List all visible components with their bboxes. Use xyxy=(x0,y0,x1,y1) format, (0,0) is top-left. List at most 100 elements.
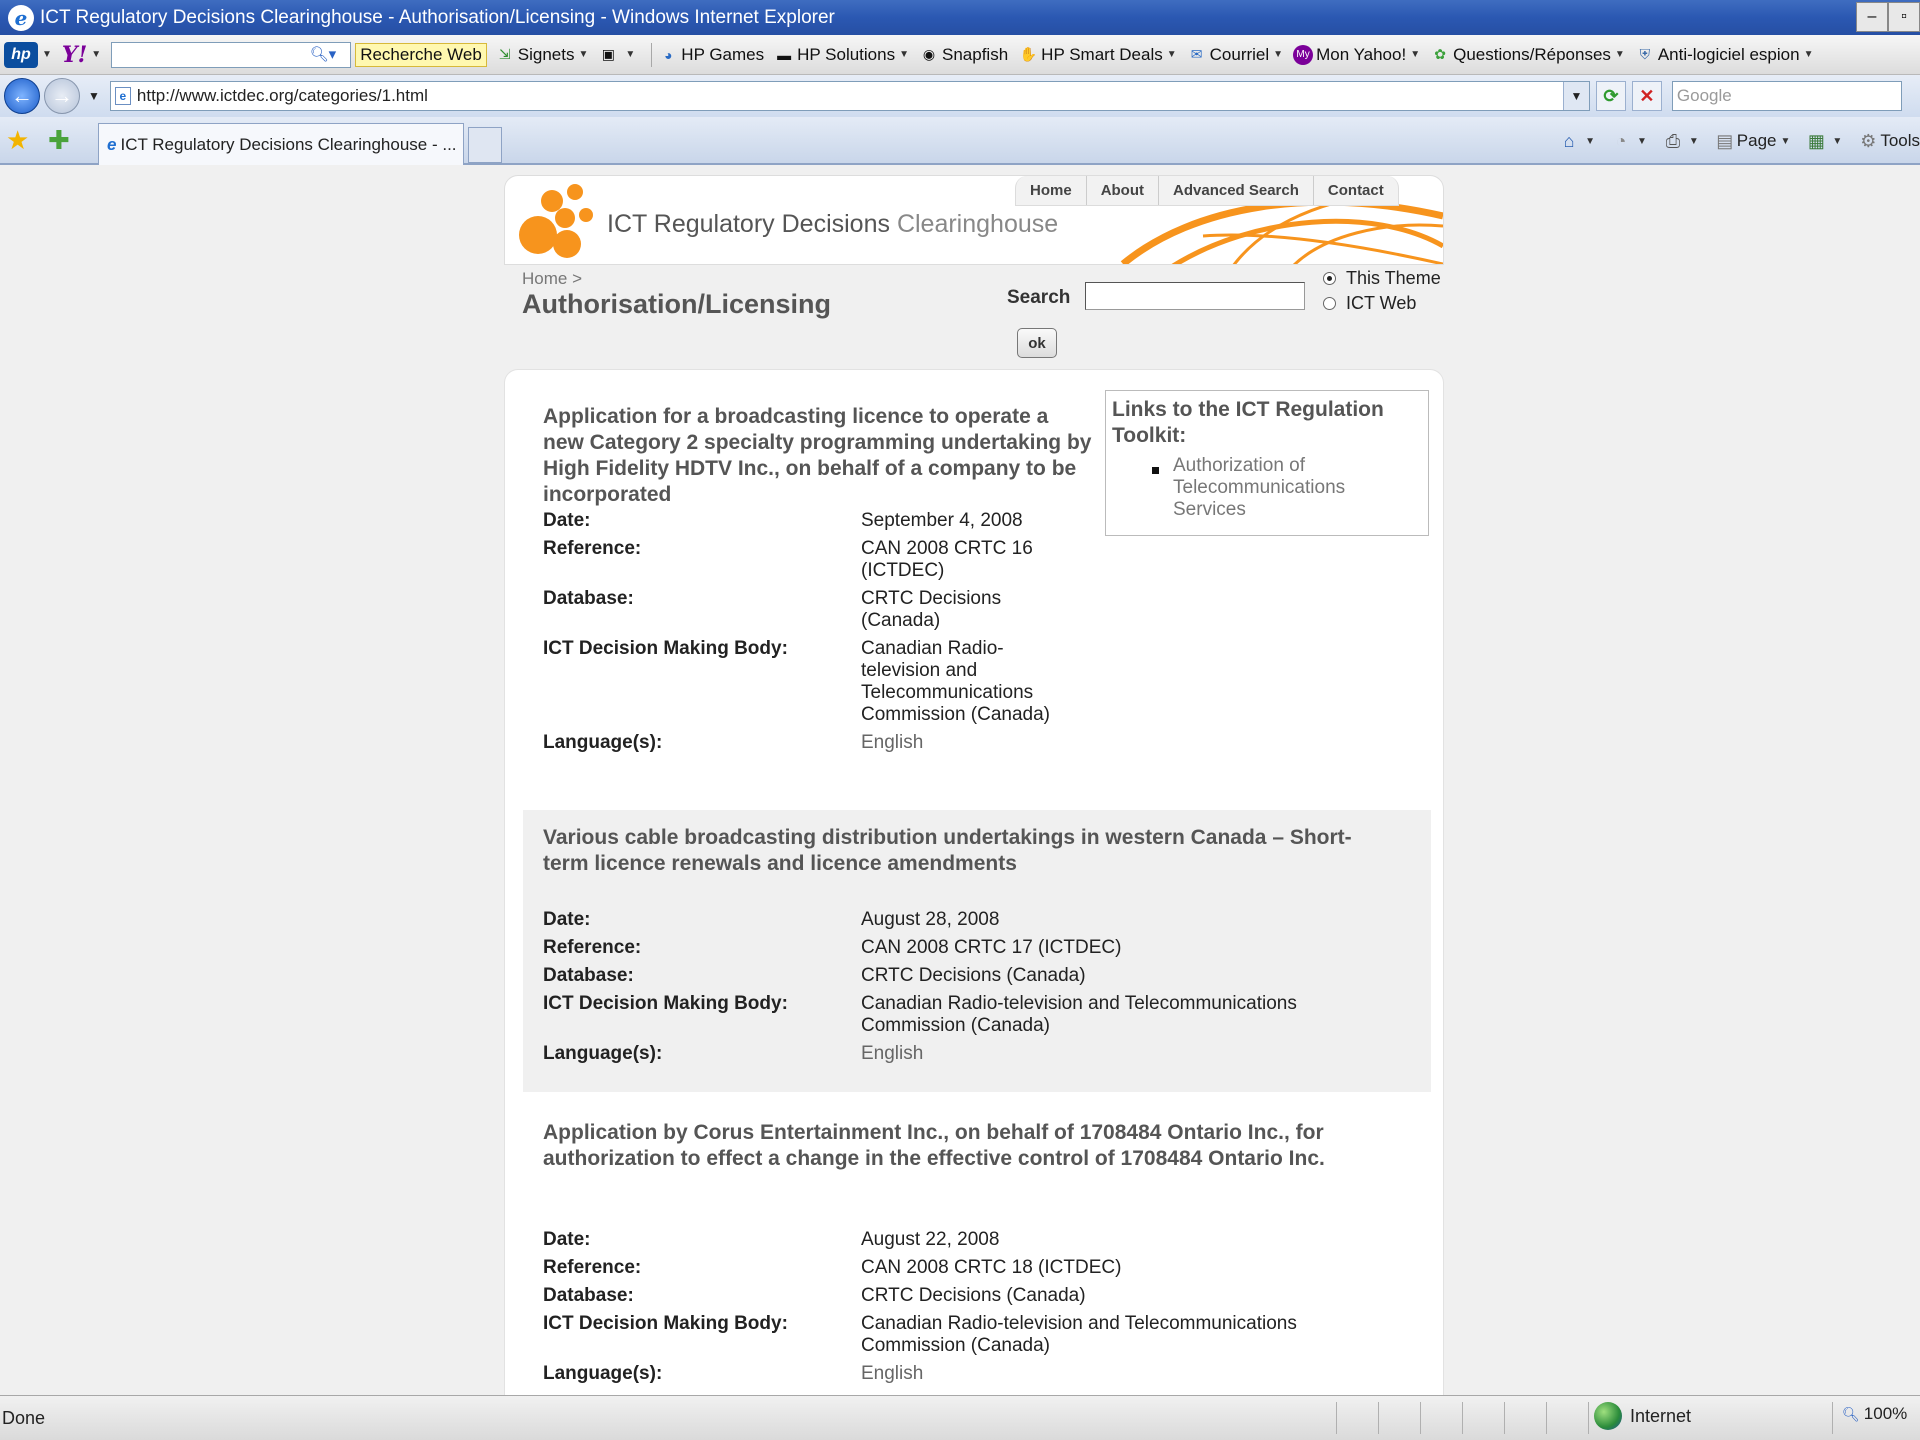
globe-icon xyxy=(1594,1402,1622,1430)
decision-entry: Application by Corus Entertainment Inc.,… xyxy=(523,1092,1431,1392)
courriel-menu[interactable]: ✉ Courriel ▼ xyxy=(1187,45,1283,65)
status-divider xyxy=(1420,1402,1421,1434)
bookmark-icon: ⇲ xyxy=(498,46,511,62)
radio-this-theme[interactable]: This Theme xyxy=(1323,268,1441,289)
snapfish-link[interactable]: ◉ Snapfish xyxy=(919,45,1008,65)
entry-database-row: Database: CRTC Decisions (Canada) xyxy=(543,1285,1086,1306)
ie-logo-icon: e xyxy=(8,4,34,31)
security-zone[interactable]: Internet xyxy=(1594,1402,1691,1430)
safety-icon: ▦ xyxy=(1807,130,1825,151)
yahoo-search-input[interactable]: 🔍︎▾ xyxy=(111,41,352,68)
nav-about[interactable]: About xyxy=(1087,176,1160,205)
entry-title[interactable]: Various cable broadcasting distribution … xyxy=(543,825,1383,877)
page-icon: ▤ xyxy=(1716,130,1734,151)
entry-reference-row: Reference: CAN 2008 CRTC 17 (ICTDEC) xyxy=(543,937,1122,958)
restore-button[interactable]: ▫ xyxy=(1888,2,1920,32)
entry-body-row: ICT Decision Making Body: Canadian Radio… xyxy=(543,993,1297,1036)
minimize-button[interactable]: – xyxy=(1856,2,1888,32)
nav-contact[interactable]: Contact xyxy=(1314,176,1398,205)
deals-icon: ✋ xyxy=(1019,46,1037,62)
add-favorites-icon[interactable]: ✚ xyxy=(48,125,70,156)
games-icon: ◕ xyxy=(664,46,673,63)
entry-language-row: Language(s): English xyxy=(543,1043,924,1064)
site-logo xyxy=(515,184,595,260)
entry-date-row: Date: August 22, 2008 xyxy=(543,1229,1000,1250)
stop-button[interactable]: ✕ xyxy=(1631,81,1662,111)
recent-pages-dropdown[interactable]: ▼ xyxy=(88,89,100,103)
zoom-level-button[interactable]: 🔍︎ 100% xyxy=(1842,1404,1907,1424)
page-icon: e xyxy=(114,87,131,105)
refresh-button[interactable]: ⟳ xyxy=(1595,81,1626,111)
toolkit-title: Links to the ICT Regulation Toolkit: xyxy=(1112,398,1384,447)
recherche-web-button[interactable]: Recherche Web xyxy=(355,42,487,67)
google-search-input[interactable]: Google xyxy=(1671,81,1902,111)
nav-home[interactable]: Home xyxy=(1016,176,1087,205)
decision-entry: Various cable broadcasting distribution … xyxy=(523,810,1431,1092)
site-search-input[interactable] xyxy=(1085,282,1305,310)
entry-database-row: Database: CRTC Decisions (Canada) xyxy=(543,588,1002,631)
status-divider xyxy=(1462,1402,1463,1434)
tab-bar: ★ ✚ e ICT Regulatory Decisions Clearingh… xyxy=(0,117,1920,165)
entry-date-row: Date: August 28, 2008 xyxy=(543,909,1000,930)
anti-logiciel-espion-menu[interactable]: ⛨ Anti-logiciel espion ▼ xyxy=(1635,45,1814,65)
entry-title[interactable]: Application for a broadcasting licence t… xyxy=(543,404,1093,508)
search-icon: 🔍︎▾ xyxy=(309,45,337,63)
tab-ict-clearinghouse[interactable]: e ICT Regulatory Decisions Clearinghouse… xyxy=(98,123,464,165)
printer-icon: ▬ xyxy=(777,46,792,63)
hp-smart-deals-menu[interactable]: ✋ HP Smart Deals ▼ xyxy=(1018,45,1176,65)
status-divider xyxy=(1832,1402,1833,1434)
window-title: ICT Regulatory Decisions Clearinghouse -… xyxy=(40,6,835,28)
status-bar: Done Internet 🔍︎ 100% xyxy=(0,1395,1920,1440)
snapfish-icon: ◉ xyxy=(922,46,936,62)
hp-logo-icon: hp xyxy=(4,41,38,68)
print-button[interactable]: ⎙ ▼ xyxy=(1661,129,1699,153)
radio-ict-web[interactable]: ICT Web xyxy=(1323,293,1416,314)
hp-menu[interactable]: hp ▼ xyxy=(4,41,52,68)
entry-title[interactable]: Application by Corus Entertainment Inc.,… xyxy=(543,1120,1383,1172)
results-panel: Links to the ICT Regulation Toolkit: Aut… xyxy=(504,369,1444,1395)
new-tab-button[interactable] xyxy=(468,127,502,163)
yahoo-toolbar: hp ▼ Y! ▼ 🔍︎▾ Recherche Web ⇲ Signets ▼ ▣ ▼ … xyxy=(0,35,1920,75)
search-label: Search xyxy=(1007,287,1071,308)
status-divider xyxy=(1336,1402,1337,1434)
shield-icon: ⛨ xyxy=(1639,46,1651,62)
site-title[interactable]: ICT Regulatory Decisions Clearinghouse xyxy=(607,210,1058,239)
address-url: http://www.ictdec.org/categories/1.html xyxy=(136,86,428,105)
address-input[interactable]: e http://www.ictdec.org/categories/1.htm… xyxy=(109,81,1590,111)
breadcrumb[interactable]: Home > xyxy=(522,269,582,289)
page-viewport: ICT Regulatory Decisions Clearinghouse H… xyxy=(0,165,1920,1395)
command-bar: ⌂ ▼ ◔ ▼ ⎙ ▼ ▤ Page ▼ ▦ ▼ ⚙ Tools xyxy=(1543,123,1920,159)
address-dropdown-button[interactable]: ▼ xyxy=(1562,82,1589,110)
bullet-icon xyxy=(1152,467,1159,474)
entry-language-row: Language(s): English xyxy=(543,732,924,753)
entry-body-row: ICT Decision Making Body: Canadian Radio… xyxy=(543,638,1051,725)
favorites-star-icon[interactable]: ★ xyxy=(6,125,29,156)
yahoo-menu[interactable]: Y! ▼ xyxy=(62,42,101,68)
nav-advanced-search[interactable]: Advanced Search xyxy=(1159,176,1314,205)
safety-menu[interactable]: ▦ ▼ xyxy=(1804,129,1842,153)
signets-menu[interactable]: ⇲ Signets ▼ xyxy=(495,45,588,65)
forward-button[interactable]: → xyxy=(44,78,80,114)
entry-date-row: Date: September 4, 2008 xyxy=(543,510,1023,531)
entry-language-row: Language(s): English xyxy=(543,1363,924,1384)
feeds-button[interactable]: ◔ ▼ xyxy=(1609,129,1647,153)
hp-solutions-menu[interactable]: ▬ HP Solutions ▼ xyxy=(774,45,909,65)
page-menu[interactable]: ▤ Page ▼ xyxy=(1713,129,1790,153)
search-ok-button[interactable]: ok xyxy=(1017,328,1057,358)
tools-menu[interactable]: ⚙ Tools xyxy=(1856,129,1920,153)
mon-yahoo-menu[interactable]: My Mon Yahoo! ▼ xyxy=(1293,44,1420,65)
entry-database-row: Database: CRTC Decisions (Canada) xyxy=(543,965,1086,986)
home-button[interactable]: ⌂ ▼ xyxy=(1557,129,1595,153)
hp-games-link[interactable]: ◕ HP Games xyxy=(658,45,764,65)
toolkit-link-authorization[interactable]: Authorization of Telecommunications Serv… xyxy=(1173,455,1413,521)
toolbar-divider xyxy=(651,42,653,67)
toolbar-options[interactable]: ▣ ▼ xyxy=(598,45,636,65)
radio-empty-icon xyxy=(1323,297,1336,310)
home-icon: ⌂ xyxy=(1563,130,1575,151)
title-bar: e ICT Regulatory Decisions Clearinghouse… xyxy=(0,0,1920,35)
questions-reponses-menu[interactable]: ✿ Questions/Réponses ▼ xyxy=(1430,45,1625,65)
ie-page-icon: e xyxy=(107,134,117,154)
decision-entry: Application for a broadcasting licence t… xyxy=(523,370,1091,800)
back-button[interactable]: ← xyxy=(4,78,40,114)
rss-icon: ◔ xyxy=(1615,130,1627,151)
